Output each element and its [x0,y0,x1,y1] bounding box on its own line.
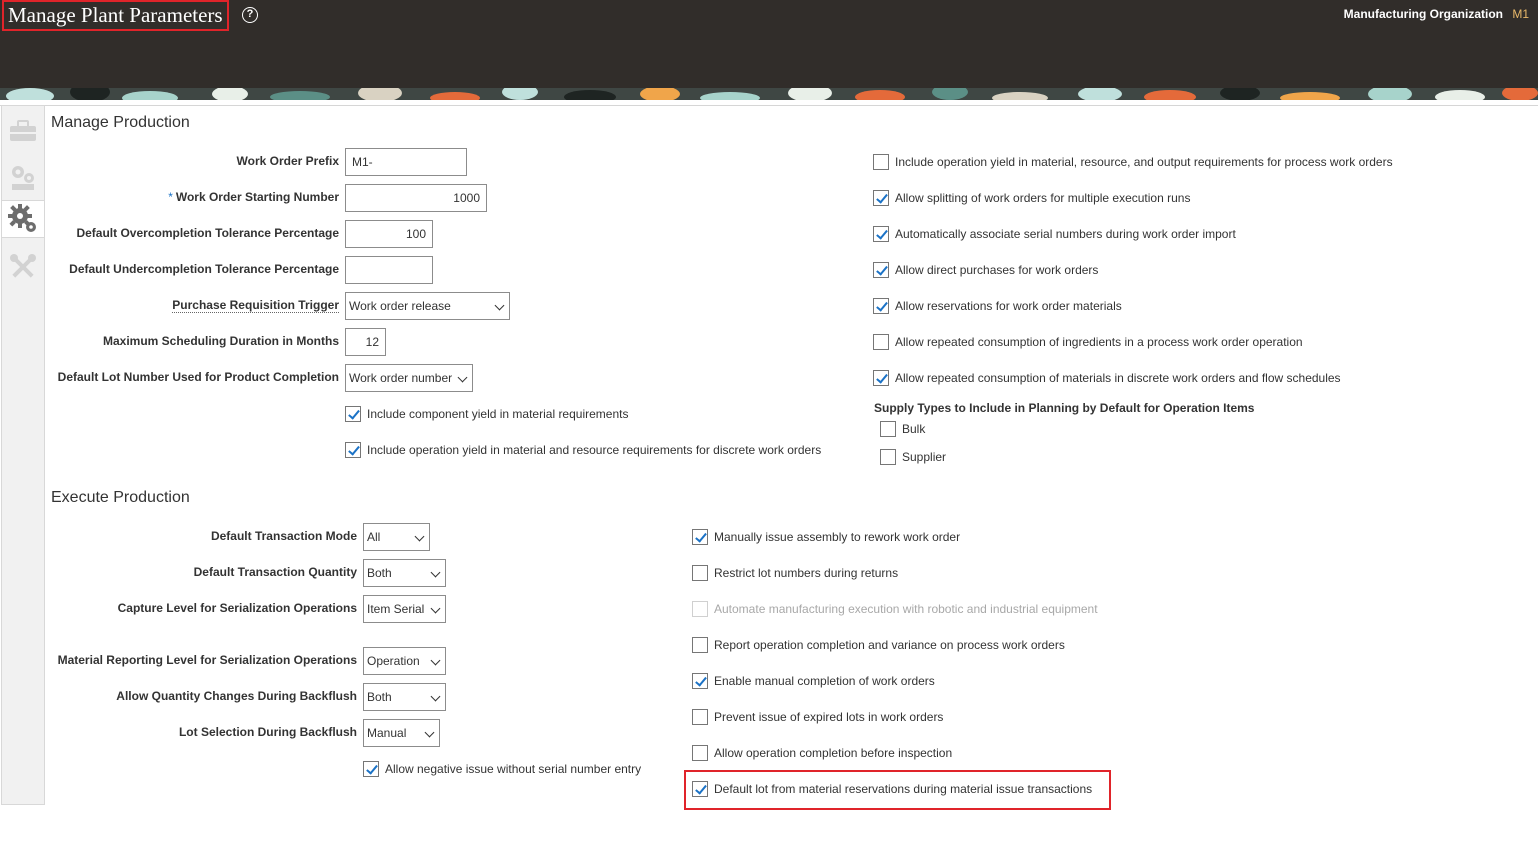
report-operation-completion-checkbox[interactable]: Report operation completion and variance… [692,637,1065,653]
side-tab-toolbox[interactable] [2,112,44,150]
max-scheduling-duration-label: Maximum Scheduling Duration in Months [102,334,339,348]
section-title-execute-production: Execute Production [51,489,190,506]
checkbox-box[interactable] [873,154,889,170]
default-transaction-mode-label: Default Transaction Mode [210,529,357,543]
checkbox-box[interactable] [873,226,889,242]
default-lot-highlight [684,770,1111,810]
page-title-highlight: Manage Plant Parameters [2,0,229,31]
section-title-manage-production: Manage Production [51,114,190,131]
tools-icon [10,254,36,278]
page-title: Manage Plant Parameters [8,3,223,27]
lot-selection-backflush-label: Lot Selection During Backflush [178,725,357,739]
decorative-banner [0,88,1538,100]
chevron-down-icon [424,727,435,738]
page-header: Manage Plant Parameters ? Manufacturing … [0,0,1538,88]
checkbox-box[interactable] [873,262,889,278]
checkbox-box[interactable] [873,190,889,206]
work-order-starting-number-input[interactable]: 1000 [345,184,487,212]
undercompletion-tolerance-label: Default Undercompletion Tolerance Percen… [69,262,339,276]
supply-type-bulk-checkbox[interactable]: Bulk [880,421,925,437]
prevent-expired-lots-checkbox[interactable]: Prevent issue of expired lots in work or… [692,709,943,725]
chevron-down-icon [430,567,441,578]
chevron-down-icon [430,691,441,702]
allow-repeated-consumption-materials-checkbox[interactable]: Allow repeated consumption of materials … [873,370,1341,386]
side-tab-gears[interactable] [2,158,44,196]
undercompletion-tolerance-input[interactable] [345,256,433,284]
work-order-prefix-input[interactable]: M1- [345,148,467,176]
checkbox-box[interactable] [692,709,708,725]
checkbox-box[interactable] [873,334,889,350]
allow-direct-purchases-checkbox[interactable]: Allow direct purchases for work orders [873,262,1098,278]
toolbox-icon [10,120,36,141]
overcompletion-tolerance-label: Default Overcompletion Tolerance Percent… [76,226,339,240]
side-tab-settings[interactable] [2,200,44,238]
allow-operation-completion-before-inspection-checkbox[interactable]: Allow operation completion before inspec… [692,745,952,761]
purchase-requisition-trigger-select[interactable]: Work order release [345,292,510,320]
chevron-down-icon [430,603,441,614]
organization-value[interactable]: M1 [1512,7,1529,21]
checkbox-box[interactable] [363,761,379,777]
organization-label: Manufacturing Organization [1343,7,1503,21]
checkbox-box[interactable] [692,637,708,653]
material-reporting-level-label: Material Reporting Level for Serializati… [57,653,357,667]
checkbox-box[interactable] [692,673,708,689]
gear-icon [8,204,36,232]
allow-negative-issue-checkbox[interactable]: Allow negative issue without serial numb… [363,761,641,777]
include-component-yield-checkbox[interactable]: Include component yield in material requ… [345,406,628,422]
capture-level-select[interactable]: Item Serial [363,595,446,623]
required-indicator: * [168,190,173,204]
checkbox-box[interactable] [692,529,708,545]
question-circle-icon[interactable]: ? [242,7,258,23]
chevron-down-icon [494,300,505,311]
work-order-starting-number-label: * Work Order Starting Number [168,190,339,204]
quantity-changes-backflush-label: Allow Quantity Changes During Backflush [116,689,357,703]
manually-issue-assembly-checkbox[interactable]: Manually issue assembly to rework work o… [692,529,960,545]
restrict-lot-numbers-checkbox[interactable]: Restrict lot numbers during returns [692,565,898,581]
default-lot-number-select[interactable]: Work order number [345,364,473,392]
default-transaction-mode-select[interactable]: All [363,523,430,551]
material-reporting-level-select[interactable]: Operation [363,647,446,675]
checkbox-box[interactable] [880,449,896,465]
purchase-requisition-trigger-label[interactable]: Purchase Requisition Trigger [172,298,339,313]
allow-splitting-work-orders-checkbox[interactable]: Allow splitting of work orders for multi… [873,190,1190,206]
checkbox-box[interactable] [345,406,361,422]
checkbox-box[interactable] [692,745,708,761]
chevron-down-icon [430,655,441,666]
capture-level-label: Capture Level for Serialization Operatio… [117,601,357,615]
checkbox-box[interactable] [873,298,889,314]
default-transaction-quantity-select[interactable]: Both [363,559,446,587]
checkbox-box[interactable] [692,565,708,581]
max-scheduling-duration-input[interactable]: 12 [345,328,386,356]
checkbox-box[interactable] [873,370,889,386]
supply-type-supplier-checkbox[interactable]: Supplier [880,449,946,465]
default-lot-number-label: Default Lot Number Used for Product Comp… [57,370,339,384]
overcompletion-tolerance-input[interactable]: 100 [345,220,433,248]
supply-types-heading: Supply Types to Include in Planning by D… [874,401,1255,415]
lot-selection-backflush-select[interactable]: Manual [363,719,440,747]
chevron-down-icon [457,372,468,383]
enable-manual-completion-checkbox[interactable]: Enable manual completion of work orders [692,673,935,689]
checkbox-box[interactable] [345,442,361,458]
checkbox-box[interactable] [880,421,896,437]
side-tab-tools[interactable] [2,248,44,286]
default-transaction-quantity-label: Default Transaction Quantity [193,565,357,579]
work-order-prefix-label: Work Order Prefix [236,154,339,168]
quantity-changes-backflush-select[interactable]: Both [363,683,446,711]
auto-associate-serial-numbers-checkbox[interactable]: Automatically associate serial numbers d… [873,226,1236,242]
include-operation-yield-process-checkbox[interactable]: Include operation yield in material, res… [873,154,1393,170]
allow-reservations-checkbox[interactable]: Allow reservations for work order materi… [873,298,1122,314]
include-operation-yield-discrete-checkbox[interactable]: Include operation yield in material and … [345,442,821,458]
side-task-panel [1,105,45,805]
chevron-down-icon [414,531,425,542]
allow-repeated-consumption-ingredients-checkbox[interactable]: Allow repeated consumption of ingredient… [873,334,1303,350]
banner-divider [0,100,1538,106]
checkbox-box [692,601,708,617]
automate-manufacturing-execution-checkbox: Automate manufacturing execution with ro… [692,601,1098,617]
gears-icon [12,166,34,190]
